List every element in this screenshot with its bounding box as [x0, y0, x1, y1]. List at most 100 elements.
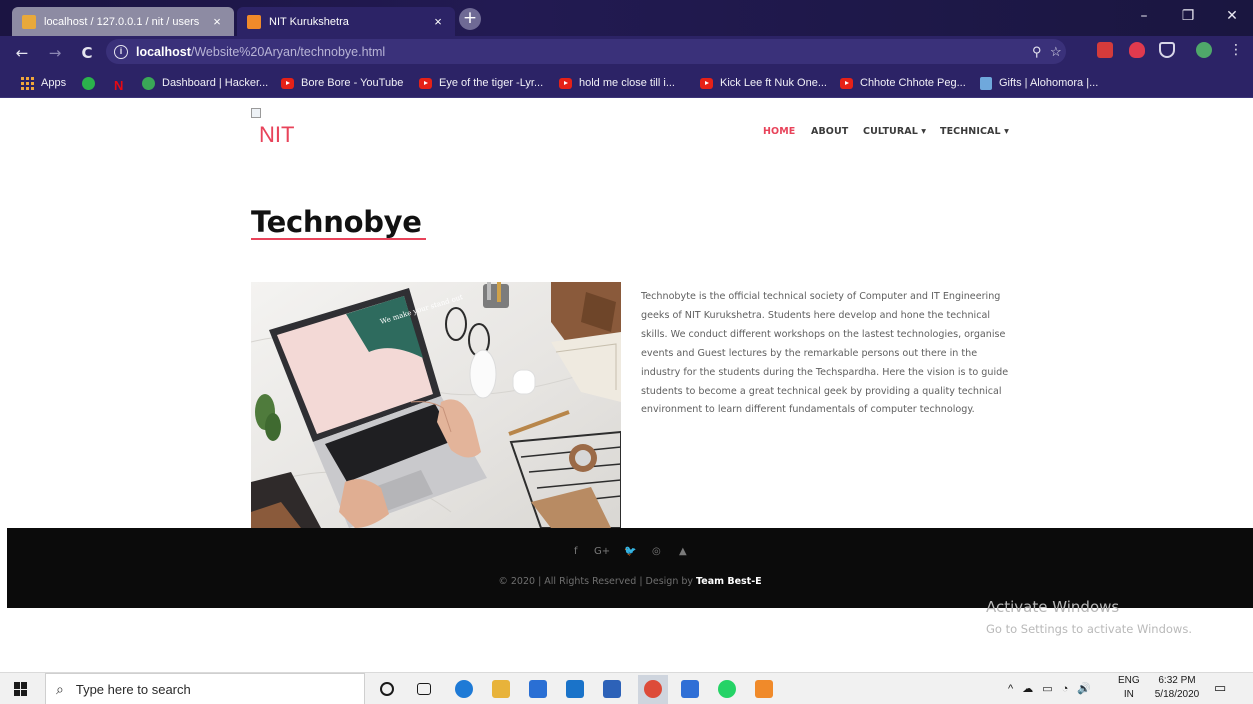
mail-icon[interactable] [566, 680, 584, 698]
search-icon: ⌕ [56, 680, 64, 697]
copyright-prefix: © 2020 | All Rights Reserved | Design by [498, 576, 694, 587]
workspace-photo: We make your stand out [251, 282, 621, 528]
tab-close-icon[interactable]: × [210, 14, 224, 29]
file-explorer-icon[interactable] [492, 680, 510, 698]
netflix-icon: N [114, 77, 124, 93]
bookmark-label: hold me close till i... [579, 77, 675, 89]
maximize-button[interactable]: ❐ [1170, 8, 1206, 28]
youtube-icon [419, 77, 432, 89]
tab-close-icon[interactable]: × [431, 14, 445, 29]
windows-taskbar: ⌕ Type here to search ^ ☁ ▭ ◔ 🔊 ENG IN 6… [0, 672, 1253, 704]
notification-icon[interactable]: ▭ [1214, 681, 1226, 695]
instagram-icon[interactable]: ◎ [652, 546, 661, 557]
close-window-button[interactable]: ✕ [1214, 8, 1250, 28]
bookmark-apps[interactable]: Apps [21, 75, 66, 91]
new-tab-button[interactable]: + [459, 8, 481, 30]
tray-icons[interactable]: ^ ☁ ▭ ◔ 🔊 [1008, 682, 1094, 696]
bookmark-label: Chhote Chhote Peg... [860, 77, 966, 89]
forward-arrow-icon[interactable]: → [47, 44, 63, 62]
site-logo[interactable]: NIT [251, 108, 331, 150]
camera-app-icon[interactable] [681, 680, 699, 698]
search-placeholder: Type here to search [75, 681, 191, 697]
app-icon[interactable] [603, 680, 621, 698]
bookmark-eye-of-the-tiger[interactable]: Eye of the tiger -Lyr... [419, 75, 543, 91]
url-path: /Website%20Aryan/technobye.html [190, 44, 386, 59]
clock-date: 5/18/2020 [1154, 689, 1200, 700]
edge-icon[interactable] [455, 680, 473, 698]
shield-extension-icon[interactable] [1129, 42, 1145, 58]
browser-toolbar: ← → C i localhost/Website%20Aryan/techno… [0, 36, 1253, 68]
youtube-icon [559, 77, 572, 89]
lang-code: ENG [1118, 675, 1140, 686]
twitter-icon[interactable]: 🐦 [624, 546, 636, 557]
web-page: NIT HOME ABOUT CULTURAL ▾ TECHNICAL ▾ Te… [0, 98, 1253, 644]
bookmark-label: Kick Lee ft Nuk One... [720, 77, 827, 89]
bookmark-label: Apps [41, 77, 67, 89]
vpn-extension-icon[interactable] [1159, 42, 1175, 58]
nav-cultural[interactable]: CULTURAL ▾ [863, 126, 926, 137]
facebook-icon[interactable]: f [574, 546, 578, 557]
bookmark-kick-lee[interactable]: Kick Lee ft Nuk One... [700, 75, 827, 91]
windows-start-icon[interactable] [14, 682, 28, 696]
broken-image-icon [251, 108, 261, 118]
hackerearth-icon [142, 76, 155, 90]
nav-about[interactable]: ABOUT [811, 126, 848, 137]
screen: localhost / 127.0.0.1 / nit / users × NI… [0, 0, 1253, 704]
whatsapp-icon[interactable] [718, 680, 736, 698]
bookmark-label: Eye of the tiger -Lyr... [439, 77, 544, 89]
logo-alt-text: NIT [259, 122, 295, 147]
bookmark-chhote-peg[interactable]: Chhote Chhote Peg... [840, 75, 966, 91]
description-text: Technobyte is the official technical soc… [641, 291, 1009, 416]
tab-phpmyadmin[interactable]: localhost / 127.0.0.1 / nit / users × [12, 7, 234, 36]
address-bar[interactable]: i localhost/Website%20Aryan/technobye.ht… [106, 39, 1066, 64]
clock[interactable]: 6:32 PM 5/18/2020 [1150, 674, 1204, 702]
minimize-button[interactable]: – [1126, 8, 1162, 28]
language-indicator[interactable]: ENG IN [1118, 674, 1140, 702]
site-footer: f G+ 🐦 ◎ ▲ © 2020 | All Rights Reserved … [7, 528, 1253, 608]
store-icon[interactable] [529, 680, 547, 698]
title-underline [251, 238, 426, 240]
youtube-icon [281, 77, 294, 89]
xampp-icon[interactable] [755, 680, 773, 698]
bookmark-star-icon[interactable]: ☆ [1050, 44, 1062, 60]
green-play-icon [82, 76, 95, 90]
bookmark-hackerearth[interactable]: Dashboard | Hacker... [142, 75, 268, 91]
google-plus-icon[interactable]: G+ [594, 546, 610, 557]
task-view-icon[interactable] [417, 683, 431, 695]
nav-home[interactable]: HOME [763, 126, 795, 137]
taskbar-search-input[interactable]: ⌕ Type here to search [45, 673, 365, 704]
back-arrow-icon[interactable]: ← [14, 44, 30, 62]
team-name: Team Best-E [696, 576, 762, 587]
tab-title: NIT Kurukshetra [269, 15, 349, 28]
phpmyadmin-icon [22, 14, 36, 29]
profile-avatar[interactable] [1196, 42, 1212, 58]
bookmark-netflix[interactable]: N [114, 75, 131, 93]
xampp-icon [247, 14, 261, 29]
region-code: IN [1123, 689, 1134, 700]
clock-time: 6:32 PM [1158, 675, 1196, 686]
info-icon[interactable]: i [114, 44, 128, 59]
cortana-icon[interactable] [380, 682, 394, 696]
bookmark-bore-bore[interactable]: Bore Bore - YouTube [281, 75, 403, 91]
calendar-icon [980, 76, 992, 90]
chrome-icon[interactable] [644, 680, 662, 698]
reload-icon[interactable]: C [79, 44, 95, 62]
url-host: localhost [136, 44, 191, 59]
activate-windows-title: Activate Windows [986, 598, 1120, 616]
bookmark-label: Dashboard | Hacker... [162, 77, 269, 89]
apps-grid-icon [21, 76, 34, 90]
bookmark-hold-me-close[interactable]: hold me close till i... [559, 75, 675, 91]
youtube-icon[interactable]: ▲ [679, 546, 687, 557]
pdf-extension-icon[interactable] [1097, 42, 1113, 58]
youtube-icon [840, 77, 853, 89]
zoom-search-icon[interactable]: ⚲ [1032, 44, 1042, 60]
bookmark-label: Gifts | Alohomora |... [999, 77, 1099, 89]
tab-nit-kurukshetra[interactable]: NIT Kurukshetra × [237, 7, 455, 36]
menu-kebab-icon[interactable]: ⋮ [1228, 42, 1244, 58]
page-title: Technobye [251, 205, 422, 239]
bookmark-play[interactable] [82, 75, 102, 91]
bookmark-gifts[interactable]: Gifts | Alohomora |... [980, 75, 1098, 91]
nav-technical[interactable]: TECHNICAL ▾ [940, 126, 1009, 137]
copyright-text: © 2020 | All Rights Reserved | Design by… [7, 576, 1253, 587]
tab-title: localhost / 127.0.0.1 / nit / users [44, 15, 200, 28]
